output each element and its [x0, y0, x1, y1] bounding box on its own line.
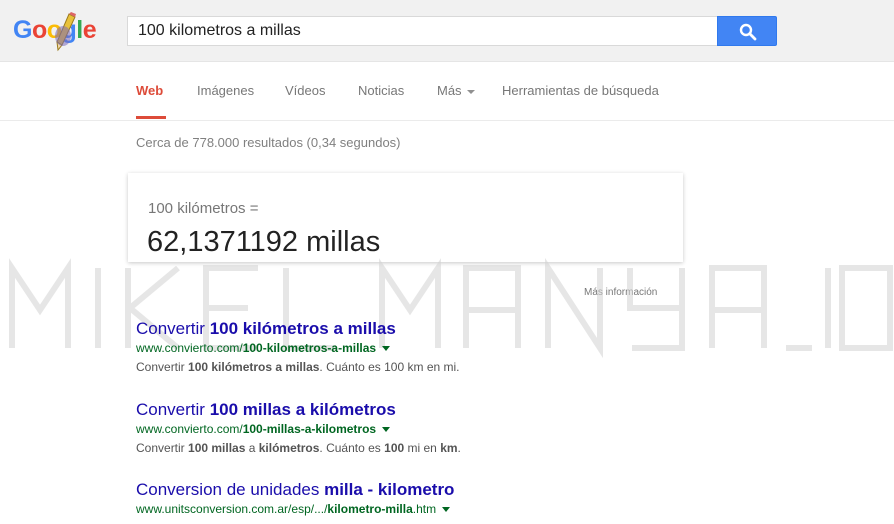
result-url-part: .htm	[412, 502, 437, 516]
search-result: Convertir 100 kilómetros a millas www.co…	[136, 319, 836, 375]
result-url: www.convierto.com/100-kilometros-a-milla…	[136, 340, 836, 356]
result-options-icon[interactable]	[442, 507, 451, 513]
tab-more[interactable]: Más	[437, 83, 475, 98]
result-title-link[interactable]: Convertir 100 kilómetros a millas	[136, 319, 836, 339]
result-url: www.unitsconversion.com.ar/esp/.../kilom…	[136, 501, 836, 517]
tab-videos[interactable]: Vídeos	[285, 83, 325, 98]
search-button[interactable]	[717, 16, 777, 46]
logo-letter-e: e	[82, 16, 97, 44]
converter-result: 62,1371192 millas	[147, 226, 381, 258]
result-url: www.convierto.com/100-millas-a-kilometro…	[136, 421, 836, 437]
result-title-highlight: 100 kilómetros a millas	[209, 319, 396, 338]
more-info-link[interactable]: Más información	[584, 287, 657, 298]
search-result: Convertir 100 millas a kilómetros www.co…	[136, 400, 836, 456]
result-url-part: www.convierto.com/	[136, 422, 243, 436]
result-options-icon[interactable]	[382, 427, 391, 433]
active-tab-indicator	[136, 116, 166, 119]
snippet-part: Convertir	[136, 360, 189, 374]
result-title-part: Conversion de unidades	[136, 480, 325, 499]
snippet-part: mi en	[404, 441, 441, 455]
google-doodle-logo[interactable]: Google	[13, 12, 109, 52]
result-title-highlight: milla - kilometro	[324, 480, 455, 499]
result-title-highlight: 100 millas a kilómetros	[209, 400, 396, 419]
snippet-part: a	[245, 441, 259, 455]
search-tabs: Web Imágenes Vídeos Noticias Más Herrami…	[0, 62, 894, 121]
tab-news[interactable]: Noticias	[358, 83, 404, 98]
result-url-highlight: 100-kilometros-a-millas	[242, 341, 377, 355]
tab-images[interactable]: Imágenes	[197, 83, 254, 98]
result-options-icon[interactable]	[382, 346, 391, 352]
search-icon	[739, 23, 757, 41]
logo-letter-o1: o	[31, 16, 47, 44]
result-snippet: Convertir 100 millas a kilómetros. Cuánt…	[136, 440, 836, 456]
result-url-highlight: 100-millas-a-kilometros	[242, 422, 377, 436]
result-title-link[interactable]: Conversion de unidades milla - kilometro	[136, 480, 836, 500]
result-url-part: www.unitsconversion.com.ar/esp/.../	[136, 502, 328, 516]
tab-more-label: Más	[437, 83, 462, 98]
pencil-icon	[55, 12, 76, 52]
snippet-highlight: km	[440, 441, 458, 455]
result-title-part: Convertir	[136, 400, 210, 419]
tab-search-tools[interactable]: Herramientas de búsqueda	[502, 83, 659, 98]
result-title-part: Convertir	[136, 319, 210, 338]
chevron-down-icon	[466, 89, 475, 94]
tab-web[interactable]: Web	[136, 83, 163, 98]
result-snippet: Convertir 100 kilómetros a millas. Cuánt…	[136, 359, 836, 375]
snippet-highlight: 100 millas	[188, 441, 246, 455]
snippet-highlight: 100 kilómetros a millas	[188, 360, 320, 374]
snippet-part: Convertir	[136, 441, 189, 455]
result-url-part: www.convierto.com/	[136, 341, 243, 355]
result-title-link[interactable]: Convertir 100 millas a kilómetros	[136, 400, 836, 420]
top-bar: Google	[0, 0, 894, 62]
converter-from: 100 kilómetros =	[148, 200, 259, 217]
result-url-highlight: kilometro-milla	[327, 502, 413, 516]
search-input[interactable]	[127, 16, 717, 46]
search-result: Conversion de unidades milla - kilometro…	[136, 480, 836, 517]
logo-letter-g: G	[13, 16, 32, 44]
snippet-part: . Cuánto es	[319, 441, 385, 455]
snippet-part: .	[457, 441, 461, 455]
snippet-highlight: 100	[384, 441, 405, 455]
snippet-part: . Cuánto es 100 km en mi.	[319, 360, 460, 374]
result-stats: Cerca de 778.000 resultados (0,34 segund…	[136, 135, 401, 150]
snippet-highlight: kilómetros	[258, 441, 320, 455]
unit-converter-card: 100 kilómetros = 62,1371192 millas	[128, 173, 683, 262]
